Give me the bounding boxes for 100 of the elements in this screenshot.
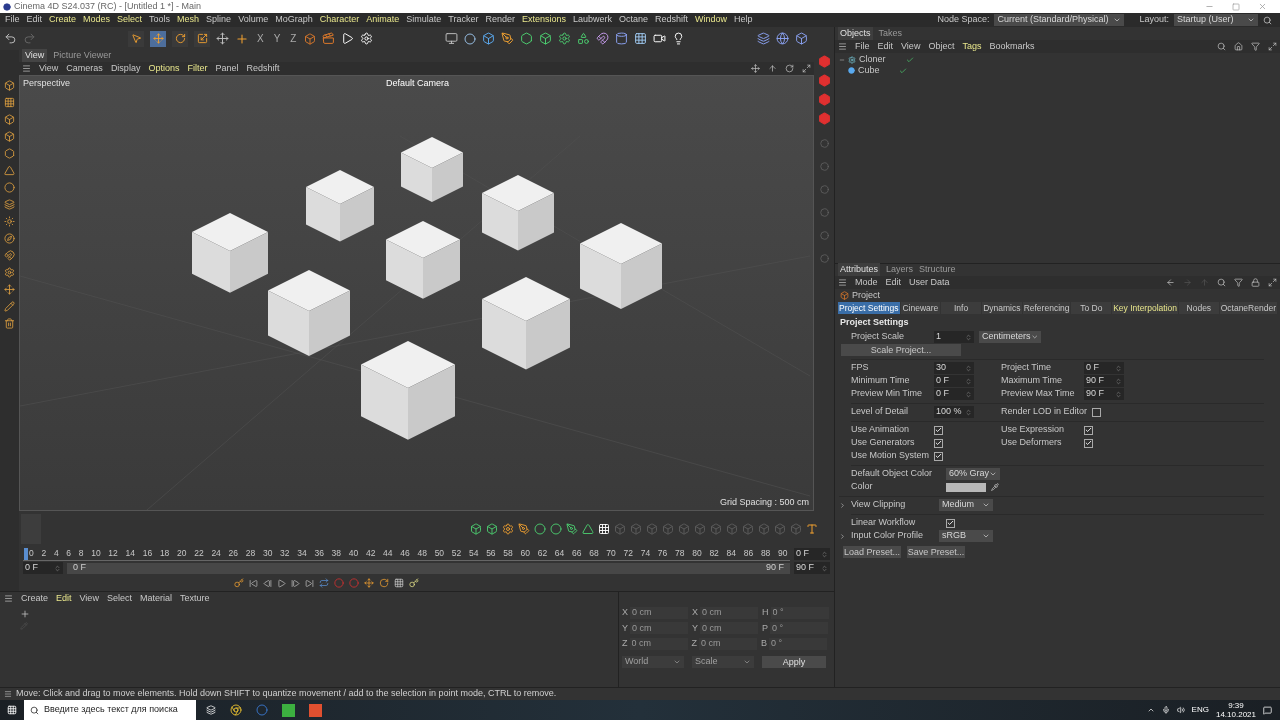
objects-menu-item[interactable]: Object xyxy=(928,39,955,54)
coordinate-field[interactable]: 0 cm xyxy=(700,606,759,619)
start-icon[interactable] xyxy=(7,705,17,715)
volume-icon[interactable] xyxy=(1176,706,1185,714)
camera-icon[interactable] xyxy=(653,32,667,45)
checkbox[interactable] xyxy=(1084,425,1093,435)
viewport-menu-item[interactable]: Filter xyxy=(187,61,208,76)
arrow-icon[interactable] xyxy=(768,64,777,73)
eyedropper-icon[interactable] xyxy=(991,483,999,491)
hexagon-icon[interactable] xyxy=(817,93,831,106)
undo-icon[interactable] xyxy=(4,32,17,45)
color-swatch[interactable] xyxy=(946,482,986,492)
hexagon-icon[interactable] xyxy=(817,55,831,68)
home-icon[interactable] xyxy=(1234,42,1243,51)
step-back-icon[interactable] xyxy=(263,578,272,588)
checkbox[interactable] xyxy=(934,438,943,448)
cube-icon[interactable] xyxy=(539,32,553,45)
tool-icon[interactable] xyxy=(518,523,530,535)
cube-icon[interactable] xyxy=(482,32,496,45)
chevron-down-icon[interactable] xyxy=(982,532,990,540)
material-menu-item[interactable]: View xyxy=(79,591,99,606)
number-field[interactable]: 100 % xyxy=(934,406,974,418)
menu-item[interactable]: Spline xyxy=(206,13,232,27)
section-tab[interactable]: Dynamics xyxy=(981,302,1022,314)
number-field[interactable]: 0 F xyxy=(794,548,830,560)
coordinate-field[interactable]: 0 cm xyxy=(699,637,757,650)
number-field[interactable]: 90 F xyxy=(1084,375,1124,387)
monitor-icon[interactable] xyxy=(445,32,459,45)
camera-label[interactable]: Default Camera xyxy=(386,77,450,91)
timeline-ruler[interactable]: 0 2 4 6 8 10 12 14 16 18 20 22 24 26 28 30 32 34 36 38 40 42 44 46 48 50 52 54 56 58 60 62 64 66 68 70 72 74 76 78 80 82 84 86 88 90 xyxy=(23,547,790,561)
menu-item[interactable]: Simulate xyxy=(406,13,442,27)
key-icon[interactable] xyxy=(234,578,244,588)
loop-icon[interactable] xyxy=(319,578,329,588)
chevron-down-icon[interactable] xyxy=(1030,333,1038,341)
rotate-icon[interactable] xyxy=(379,578,389,588)
objects-menu-item[interactable]: View xyxy=(901,39,921,54)
menu-icon[interactable] xyxy=(4,690,12,698)
menu-item[interactable]: Octane xyxy=(619,13,649,27)
globe-icon[interactable] xyxy=(776,32,790,45)
coordinate-field[interactable]: 0 ° xyxy=(769,637,827,650)
panel-tab[interactable]: Takes xyxy=(878,27,903,41)
add-icon[interactable] xyxy=(20,609,30,619)
expand-icon[interactable] xyxy=(839,501,846,509)
number-field[interactable]: 90 F xyxy=(794,562,830,574)
menu-item[interactable]: Help xyxy=(734,13,753,27)
menu-item[interactable]: Laubwerk xyxy=(573,13,613,27)
rotate-icon[interactable] xyxy=(785,64,794,73)
move-icon[interactable] xyxy=(364,578,374,588)
shapes-icon[interactable] xyxy=(577,32,591,45)
coordinate-field[interactable]: 0 cm xyxy=(629,637,688,650)
range-bar[interactable]: 0 F 90 F xyxy=(67,562,790,574)
clipping-dropdown[interactable]: Medium xyxy=(939,499,993,511)
move-icon[interactable] xyxy=(216,32,229,45)
coordinate-mode-dropdown[interactable]: Scale xyxy=(692,655,754,668)
material-menu-item[interactable]: Texture xyxy=(179,591,210,606)
layout-dropdown[interactable]: Startup (User) xyxy=(1174,14,1258,26)
material-menu-item[interactable]: Create xyxy=(21,591,48,606)
panel-tab[interactable]: Structure xyxy=(919,263,956,277)
menu-item[interactable]: Window xyxy=(695,13,728,27)
coordinate-space-dropdown[interactable]: World xyxy=(622,655,684,668)
panel-tab[interactable]: Objects xyxy=(838,27,873,41)
sphere-icon[interactable] xyxy=(464,32,477,45)
panel-tab[interactable]: Layers xyxy=(886,263,914,277)
viewport-tab[interactable]: View xyxy=(22,49,48,63)
magnet-icon[interactable] xyxy=(596,32,610,45)
app-icon[interactable] xyxy=(282,703,295,717)
section-tab[interactable]: Nodes xyxy=(1179,302,1219,314)
maximize-icon[interactable] xyxy=(1268,42,1277,51)
number-field[interactable]: 0 F xyxy=(934,375,974,387)
taskbar-search-field[interactable]: Введите здесь текст для поиска xyxy=(24,700,196,720)
viewport-tab[interactable]: Picture Viewer xyxy=(53,49,112,63)
filter-icon[interactable] xyxy=(1234,278,1243,287)
checkbox[interactable] xyxy=(934,451,943,461)
microphone-icon[interactable] xyxy=(1161,706,1170,714)
checkbox[interactable] xyxy=(946,518,955,528)
preset-button[interactable]: Save Preset... xyxy=(907,545,965,558)
menu-item[interactable]: Animate xyxy=(366,13,400,27)
coordinate-field[interactable]: 0 cm xyxy=(630,622,688,635)
number-field[interactable]: 0 F xyxy=(1084,362,1124,374)
menu-item[interactable]: Tracker xyxy=(448,13,479,27)
color-profile-dropdown[interactable]: sRGB xyxy=(939,530,993,542)
section-tab[interactable]: Key Interpolation xyxy=(1112,302,1178,314)
unit-dropdown[interactable]: Centimeters xyxy=(979,331,1041,343)
cylinder-icon[interactable] xyxy=(615,32,629,45)
key-icon[interactable] xyxy=(409,578,419,588)
tool-icon[interactable] xyxy=(566,523,578,535)
color-dropdown[interactable]: 60% Gray xyxy=(946,468,1000,480)
search-icon[interactable] xyxy=(1263,15,1272,25)
section-tab[interactable]: To Do xyxy=(1071,302,1112,314)
settings-icon[interactable] xyxy=(360,32,374,45)
skip-back-icon[interactable] xyxy=(249,578,258,588)
axis-toggle[interactable]: X xyxy=(255,31,266,46)
material-menu-item[interactable]: Material xyxy=(139,591,172,606)
maximize-icon[interactable] xyxy=(1268,278,1277,287)
axis-toggle[interactable]: Z xyxy=(288,31,299,46)
step-forward-icon[interactable] xyxy=(291,578,300,588)
preset-button[interactable]: Load Preset... xyxy=(843,545,901,558)
menu-item[interactable]: Character xyxy=(319,13,360,27)
apply-button[interactable]: Apply xyxy=(762,655,826,668)
pen-icon[interactable] xyxy=(501,32,515,45)
